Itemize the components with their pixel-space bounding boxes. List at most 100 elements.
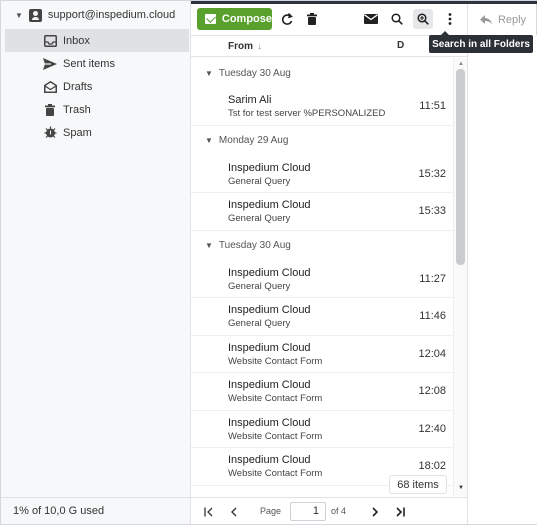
date-group-header[interactable]: ▼ Monday 29 Aug <box>191 126 453 156</box>
folder-label: Drafts <box>63 80 93 93</box>
message-subject: Website Contact Form <box>228 430 323 442</box>
last-page-icon <box>395 507 405 517</box>
search-all-folders-button[interactable] <box>413 9 433 29</box>
from-column-header[interactable]: From <box>228 41 253 52</box>
page-total: of 4 <box>331 506 347 516</box>
sort-arrow-icon[interactable]: ↓ <box>257 41 262 52</box>
storage-quota: 1% of 10,0 G used <box>1 497 191 524</box>
message-time: 12:40 <box>418 422 446 435</box>
envelope-icon <box>364 14 378 24</box>
message-row[interactable]: Inspedium Cloud General Query 11:27 <box>191 261 453 298</box>
more-vertical-icon <box>448 13 452 25</box>
more-options-button[interactable] <box>440 9 460 29</box>
next-page-button[interactable] <box>367 504 383 520</box>
folder-spam[interactable]: Spam <box>5 121 189 144</box>
send-icon <box>43 57 57 71</box>
folder-label: Spam <box>63 126 92 139</box>
date-group-label: Monday 29 Aug <box>218 135 289 146</box>
message-time: 18:02 <box>418 460 446 472</box>
folder-label: Inbox <box>63 34 90 47</box>
folder-label: Trash <box>63 103 91 116</box>
delete-button[interactable] <box>302 9 322 29</box>
message-sender: Inspedium Cloud <box>228 161 311 174</box>
message-sender: Inspedium Cloud <box>228 454 311 466</box>
message-subject: Website Contact Form <box>228 355 323 367</box>
search-button[interactable] <box>387 9 407 29</box>
reply-icon <box>479 14 492 24</box>
folder-drafts[interactable]: Drafts <box>5 75 189 98</box>
preview-pane <box>467 35 537 524</box>
message-sender: Inspedium Cloud <box>228 304 311 316</box>
folder-label: Sent items <box>63 57 115 70</box>
trash-icon <box>307 13 317 25</box>
message-subject: Tst for test server %PERSONALIZED <box>228 108 386 119</box>
last-page-button[interactable] <box>392 504 408 520</box>
message-subject: General Query <box>228 175 291 187</box>
refresh-icon <box>281 12 293 25</box>
chevron-right-icon <box>372 507 378 517</box>
search-icon <box>391 13 403 25</box>
reply-label: Reply <box>497 13 527 26</box>
chevron-down-icon[interactable]: ▼ <box>205 241 213 250</box>
first-page-icon <box>203 507 212 517</box>
list-header: From ↓ D <box>191 35 467 57</box>
scroll-up-icon[interactable]: ▲ <box>458 61 464 67</box>
sidebar: ▼ support@inspedium.cloud Inbox Sent ite… <box>1 1 191 524</box>
message-row[interactable]: Inspedium Cloud Website Contact Form 12:04 <box>191 336 453 373</box>
chevron-left-icon <box>231 507 237 517</box>
message-subject: General Query <box>228 280 291 292</box>
trash-icon <box>43 103 57 117</box>
message-time: 11:46 <box>419 310 446 322</box>
message-sender: Inspedium Cloud <box>228 379 311 391</box>
message-time: 12:04 <box>418 347 446 360</box>
scrollbar-thumb[interactable] <box>456 69 465 265</box>
scroll-down-icon[interactable]: ▼ <box>458 485 464 491</box>
inbox-icon <box>43 34 57 48</box>
item-count-badge: 68 items <box>389 475 447 494</box>
compose-button[interactable]: Compose <box>197 8 272 30</box>
message-row[interactable]: Inspedium Cloud General Query 15:32 <box>191 156 453 193</box>
message-time: 15:33 <box>418 205 446 217</box>
folder-sent-items[interactable]: Sent items <box>5 52 189 75</box>
user-icon <box>28 8 42 22</box>
folder-inbox[interactable]: Inbox <box>5 29 189 52</box>
message-subject: Website Contact Form <box>228 393 323 404</box>
chevron-down-icon[interactable]: ▼ <box>205 136 213 145</box>
date-group-header[interactable]: ▼ Tuesday 30 Aug <box>191 58 453 88</box>
mark-read-button[interactable] <box>361 9 381 29</box>
message-row[interactable]: Sarim Ali Tst for test server %PERSONALIZ… <box>191 88 453 126</box>
message-sender: Inspedium Cloud <box>228 266 311 279</box>
message-row[interactable]: Inspedium Cloud Website Contact Form 12:40 <box>191 411 453 448</box>
folder-trash[interactable]: Trash <box>5 98 189 121</box>
first-page-button[interactable] <box>200 504 216 520</box>
message-row[interactable]: Inspedium Cloud General Query 11:46 <box>191 298 453 336</box>
reply-button[interactable]: Reply <box>467 4 537 35</box>
message-sender: Sarim Ali <box>228 94 272 106</box>
chevron-down-icon[interactable]: ▼ <box>15 11 23 20</box>
date-column-header[interactable]: D <box>397 40 404 51</box>
account-email: support@inspedium.cloud <box>47 9 176 21</box>
toolbar: Compose <box>191 4 467 35</box>
date-group-label: Tuesday 30 Aug <box>218 240 291 251</box>
page-number-input[interactable]: 1 <box>290 502 326 521</box>
compose-icon <box>205 14 216 24</box>
account-header[interactable]: ▼ support@inspedium.cloud <box>1 1 191 29</box>
spam-icon <box>43 126 57 140</box>
message-subject: Website Contact Form <box>228 468 323 479</box>
prev-page-button[interactable] <box>226 504 242 520</box>
date-group-header[interactable]: ▼ Tuesday 30 Aug <box>191 231 453 261</box>
compose-label: Compose <box>221 13 272 25</box>
drafts-icon <box>43 80 57 94</box>
chevron-down-icon[interactable]: ▼ <box>205 69 213 78</box>
search-all-folders-tooltip: Search in all Folders <box>429 31 533 53</box>
message-time: 15:32 <box>418 167 446 180</box>
refresh-button[interactable] <box>277 9 297 29</box>
list-scrollbar[interactable]: ▲ ▼ <box>453 58 467 496</box>
message-sender: Inspedium Cloud <box>228 199 311 211</box>
message-time: 11:27 <box>419 272 446 285</box>
message-row[interactable]: Inspedium Cloud Website Contact Form 12:08 <box>191 373 453 411</box>
message-row[interactable]: Inspedium Cloud General Query 15:33 <box>191 193 453 231</box>
mail-app: ▼ support@inspedium.cloud Inbox Sent ite… <box>0 0 537 525</box>
message-time: 11:51 <box>419 100 446 112</box>
pagination: Page 1 of 4 <box>191 497 467 524</box>
